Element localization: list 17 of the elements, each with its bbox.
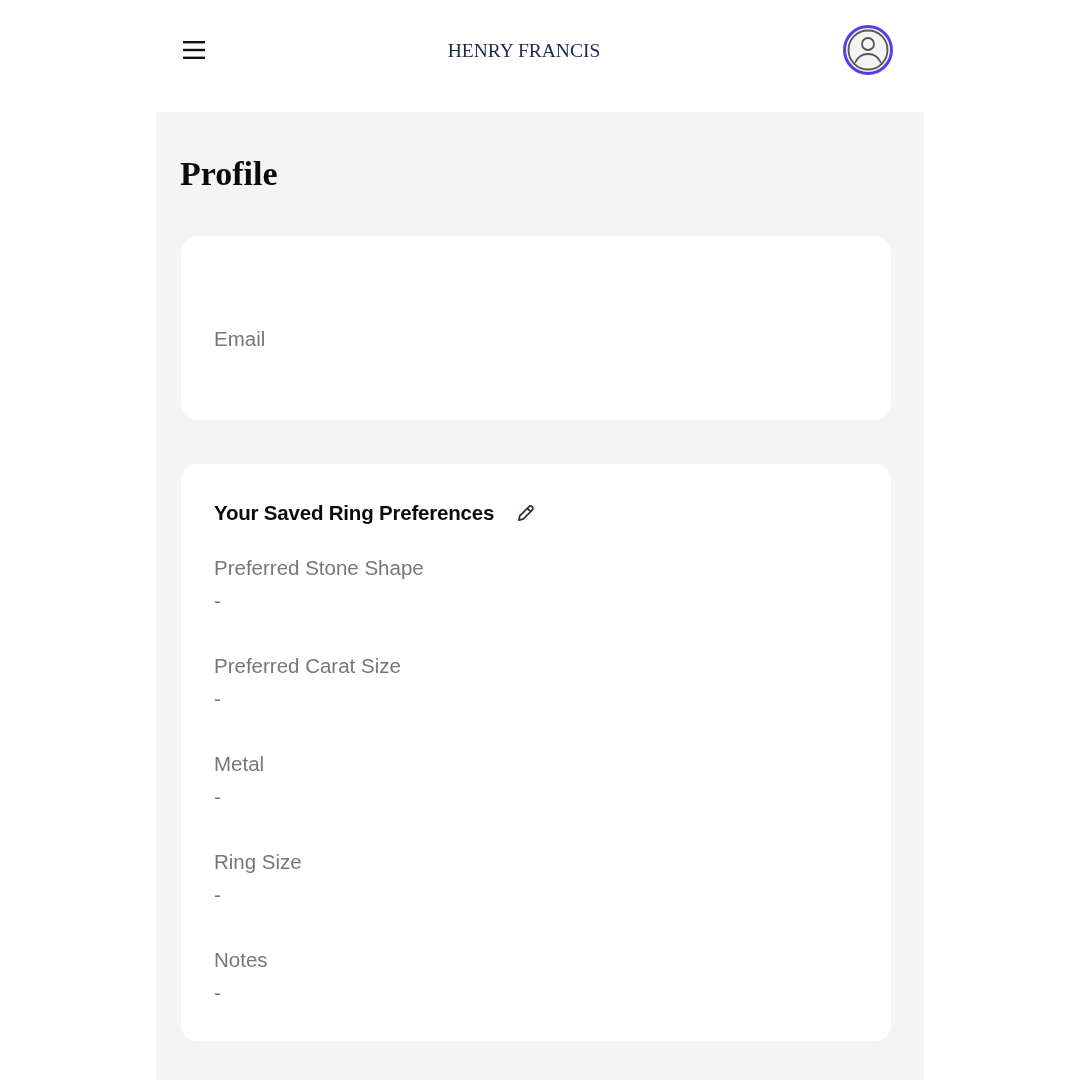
field-label: Preferred Carat Size bbox=[214, 654, 401, 678]
field-value: - bbox=[214, 981, 221, 1005]
card-title: Your Saved Ring Preferences bbox=[214, 500, 495, 526]
field-value: - bbox=[214, 687, 221, 711]
brand-logo-text[interactable]: HENRY FRANCIS bbox=[447, 39, 601, 63]
field-label: Preferred Stone Shape bbox=[214, 556, 424, 580]
edit-pencil-icon[interactable] bbox=[516, 503, 536, 523]
field-value: - bbox=[214, 589, 221, 613]
menu-icon[interactable] bbox=[183, 41, 205, 59]
page-title: Profile bbox=[180, 154, 279, 194]
user-avatar-icon[interactable] bbox=[843, 25, 893, 75]
field-label: Metal bbox=[214, 752, 265, 776]
field-value: - bbox=[214, 785, 221, 809]
field-label: Ring Size bbox=[214, 850, 302, 874]
field-label: Email bbox=[214, 327, 266, 351]
field-value: - bbox=[214, 883, 221, 907]
field-label: Notes bbox=[214, 948, 268, 972]
